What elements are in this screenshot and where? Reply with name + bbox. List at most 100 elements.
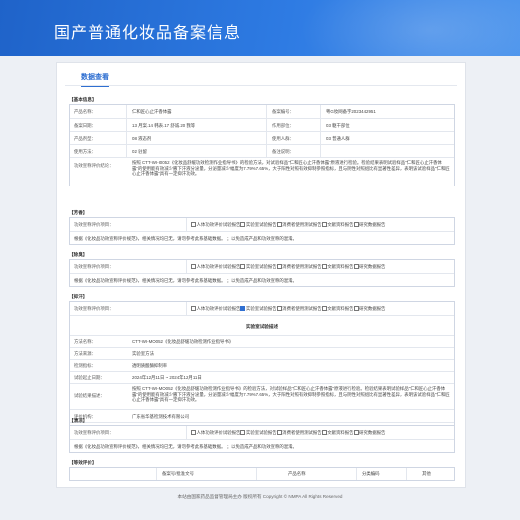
- option-label: 消费者使用测试报告: [282, 430, 322, 435]
- checkbox[interactable]: [321, 222, 327, 228]
- section-deodorant-box: 功效宣称评价项目： 人体功效评价试验报告 实验室试验报告 消费者使用测试报告 文献资料…: [69, 259, 455, 287]
- option-label: 实验室试验报告: [245, 264, 277, 269]
- value-filing-date: 13 月案.14 韩表.17 舒诚.20 我等: [132, 123, 196, 128]
- option-label: 文献资料报告: [327, 264, 354, 269]
- content-card: 数据查看 【基本信息】 产品名称： 仁和匠心止汗香体露 备案编号： 粤G妆网备字…: [56, 62, 466, 488]
- value-application-area: 03 躯干部位: [326, 123, 350, 128]
- equivalent-table: 备案号/批准文号 产品名称 分类编码 其他: [69, 467, 455, 481]
- label-usage: 使用方法：: [74, 149, 96, 154]
- footer-copyright: 本站由国家药品监督管理局主办 版权所有 Copyright © NMPA All…: [177, 494, 343, 499]
- section-antiperspirant-title: 【抑汗】: [69, 294, 88, 299]
- option-label: 人体功效评价试验报告: [196, 430, 241, 435]
- lab-test-title: 实验室试验描述: [245, 324, 279, 329]
- option-label: 人体功效评价试验报告: [196, 264, 241, 269]
- label-claim-conclusion: 功效宣称评价结论：: [74, 163, 114, 168]
- claim-options: 人体功效评价试验报告 实验室试验报告 消费者使用测试报告 文献资料报告 研究数据报告: [191, 430, 385, 436]
- value-claim-conclusion: 按照 CTT-WI-I0052《化妆品舒缓功效检测作业指导书》的检验方法，对试验…: [132, 160, 450, 176]
- checkbox[interactable]: [276, 222, 282, 228]
- label-filing-number: 备案编号：: [272, 109, 294, 114]
- option-label: 人体功效评价试验报告: [196, 222, 241, 227]
- option-label: 文献资料报告: [327, 306, 354, 311]
- checkbox[interactable]: [240, 264, 246, 270]
- checkbox[interactable]: [191, 430, 196, 436]
- option-label: 消费者使用测试报告: [282, 264, 322, 269]
- checkbox[interactable]: [276, 264, 282, 270]
- table-row: 功效宣称评价项目： 人体功效评价试验报告 实验室试验报告 消费者使用测试报告 文献资料…: [70, 426, 454, 439]
- checkbox[interactable]: [191, 306, 196, 312]
- value-product-name: 仁和匠心止汗香体露: [132, 109, 172, 114]
- table-row: 实验室试验描述: [70, 315, 454, 336]
- value-test-indicator: 透明质酸酶抑制率: [132, 363, 168, 368]
- section-deodorant-title: 【除臭】: [69, 252, 88, 257]
- section-note: 根据《化妆品功效宣称评价规范》，相关情况均已无，请勿参考此系基础数据。 ；以免造…: [74, 236, 297, 241]
- checkbox-checked[interactable]: [240, 306, 246, 312]
- label-test-result: 试验结果描述：: [74, 393, 105, 398]
- table-row: 备案日期： 13 月案.14 韩表.17 舒诚.20 我等 作用部位： 03 躯…: [70, 118, 454, 132]
- checkbox[interactable]: [353, 306, 359, 312]
- option-label: 消费者使用测试报告: [282, 222, 322, 227]
- checkbox[interactable]: [191, 222, 196, 228]
- section-cooling-box: 功效宣称评价项目： 人体功效评价试验报告 实验室试验报告 消费者使用测试报告 文献资料…: [69, 425, 455, 453]
- option-label: 研究数据报告: [359, 306, 386, 311]
- option-label: 人体功效评价试验报告: [196, 306, 241, 311]
- option-label: 文献资料报告: [327, 430, 354, 435]
- table-row: 功效宣称评价项目： 人体功效评价试验报告 实验室试验报告 消费者使用测试报告 文献资料…: [70, 302, 454, 315]
- label-test-dates: 试验起止日期：: [74, 375, 105, 380]
- option-label: 研究数据报告: [359, 430, 386, 435]
- table-row: 功效宣称评价项目： 人体功效评价试验报告 实验室试验报告 消费者使用测试报告 文献资料…: [70, 218, 454, 231]
- option-label: 消费者使用测试报告: [282, 306, 322, 311]
- header-banner: 国产普通化妆品备案信息: [0, 0, 520, 56]
- label-method-source: 方法来源：: [74, 351, 96, 356]
- option-label: 文献资料报告: [327, 222, 354, 227]
- value-method-source: 实验室方法: [132, 351, 154, 356]
- page-title: 国产普通化妆品备案信息: [54, 25, 242, 42]
- label-filing-date: 备案日期：: [74, 123, 96, 128]
- value-target-users: 03 普通人群: [326, 136, 350, 141]
- checkbox[interactable]: [276, 430, 282, 436]
- checkbox[interactable]: [276, 306, 282, 312]
- checkbox[interactable]: [353, 222, 359, 228]
- table-row: 功效宣称评价结论： 按照 CTT-WI-I0052《化妆品舒缓功效检测作业指导书…: [70, 157, 454, 186]
- table-row: 产品剂型： 08 液态剂 使用人群： 03 普通人群: [70, 131, 454, 145]
- column-header: 产品名称: [288, 471, 306, 476]
- label-method-name: 方法名称：: [74, 339, 96, 344]
- checkbox[interactable]: [353, 430, 359, 436]
- value-test-result: 按照 CTT-WI-MO052《化妆品舒缓功效检测作业指导书》的检验方法，对试验…: [132, 386, 450, 402]
- table-row: 试验结果描述： 按照 CTT-WI-MO052《化妆品舒缓功效检测作业指导书》的…: [70, 383, 454, 410]
- checkbox[interactable]: [240, 222, 246, 228]
- checkbox[interactable]: [321, 430, 327, 436]
- checkbox[interactable]: [321, 264, 327, 270]
- label-remarks: 备注说明：: [272, 149, 294, 154]
- option-label: 研究数据报告: [359, 264, 386, 269]
- label-claim-items: 功效宣称评价项目：: [74, 264, 114, 269]
- option-label: 实验室试验报告: [245, 222, 277, 227]
- value-evaluation-org: 广东省华基检测技术有限公司: [132, 414, 190, 419]
- column-header: 备案号/批准文号: [162, 471, 194, 476]
- checkbox[interactable]: [321, 306, 327, 312]
- checkbox[interactable]: [353, 264, 359, 270]
- column-header: 其他: [422, 471, 431, 476]
- label-claim-items: 功效宣称评价项目：: [74, 306, 114, 311]
- table-row: 产品名称： 仁和匠心止汗香体露 备案编号： 粤G妆网备字2023442951: [70, 105, 454, 118]
- table-row: 使用方法： 02 驻留 备注说明：: [70, 144, 454, 158]
- basic-info-table: 产品名称： 仁和匠心止汗香体露 备案编号： 粤G妆网备字2023442951 备…: [69, 104, 455, 186]
- option-label: 研究数据报告: [359, 222, 386, 227]
- claim-options: 人体功效评价试验报告 实验室试验报告 消费者使用测试报告 文献资料报告 研究数据报告: [191, 264, 385, 270]
- checkbox[interactable]: [240, 430, 246, 436]
- claim-options: 人体功效评价试验报告 实验室试验报告 消费者使用测试报告 文献资料报告 研究数据报告: [191, 222, 385, 228]
- value-dosage-form: 08 液态剂: [132, 136, 152, 141]
- option-label: 实验室试验报告: [245, 430, 277, 435]
- value-usage: 02 驻留: [132, 149, 147, 154]
- label-claim-items: 功效宣称评价项目：: [74, 222, 114, 227]
- label-target-users: 使用人群：: [272, 136, 294, 141]
- label-test-indicator: 检测指标：: [74, 363, 96, 368]
- section-fragrance-title: 【芳香】: [69, 210, 88, 215]
- section-equivalent-title: 【等效评价】: [69, 460, 97, 465]
- checkbox[interactable]: [191, 264, 196, 270]
- option-label: 实验室试验报告: [245, 306, 277, 311]
- claim-options: 人体功效评价试验报告 实验室试验报告 消费者使用测试报告 文献资料报告 研究数据报告: [191, 306, 385, 312]
- value-test-dates: 2024年12月11日 ~ 2024年12月11日: [132, 375, 202, 380]
- column-header: 分类编码: [362, 471, 380, 476]
- section-note: 根据《化妆品功效宣称评价规范》，相关情况均已无，请勿参考此系基础数据。 ；以免造…: [74, 444, 297, 449]
- tab-divider: [65, 85, 457, 86]
